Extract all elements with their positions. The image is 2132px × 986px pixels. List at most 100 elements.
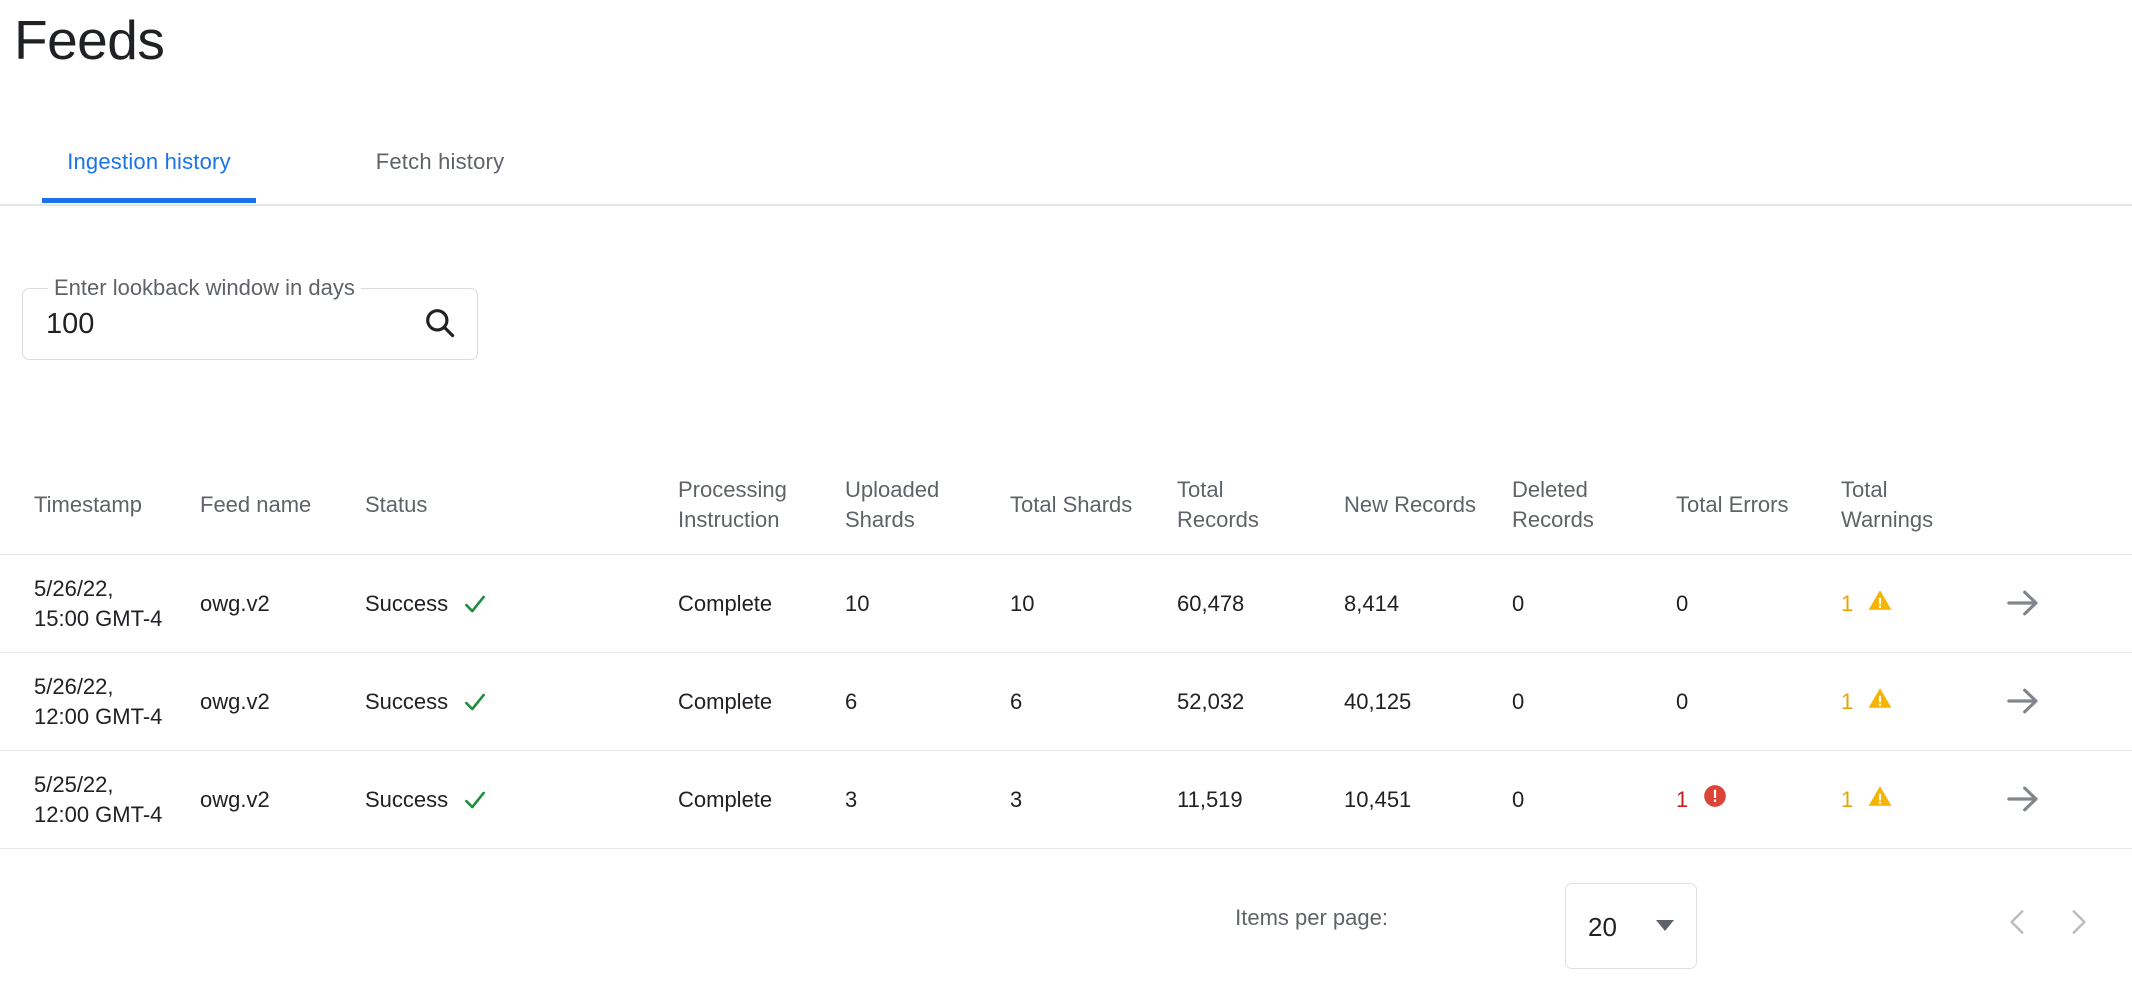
cell-new-records: 40,125: [1344, 689, 1412, 714]
column-header-timestamp: Timestamp: [34, 492, 142, 517]
lookback-window-field[interactable]: Enter lookback window in days: [22, 275, 478, 360]
cell-total-errors: 0: [1676, 555, 1806, 653]
table-row[interactable]: 5/25/22, 12:00 GMT-4 owg.v2 Success Comp…: [0, 751, 2132, 849]
cell-processing-instruction: Complete: [678, 787, 773, 812]
next-page-button[interactable]: [2058, 903, 2098, 943]
timestamp-time: 15:00 GMT-4: [34, 606, 163, 631]
cell-feed-name: owg.v2: [200, 591, 270, 616]
column-header-deleted-records: Deleted Records: [1512, 477, 1594, 532]
check-icon: [462, 591, 488, 617]
active-tab-indicator: [42, 198, 256, 203]
timestamp-time: 12:00 GMT-4: [34, 802, 163, 827]
timestamp-date: 5/26/22,: [34, 674, 114, 699]
cell-total-records: 60,478: [1177, 591, 1245, 616]
chevron-down-icon: [1656, 920, 1674, 931]
items-per-page-label: Items per page:: [1235, 905, 1388, 930]
chevron-left-icon: [2001, 905, 2035, 942]
tab-bar: Ingestion history Fetch history: [0, 120, 2132, 206]
cell-new-records: 10,451: [1344, 787, 1412, 812]
cell-total-records: 52,032: [1177, 689, 1245, 714]
ingestion-history-table: Timestamp Feed name Status Processing In…: [0, 455, 2132, 849]
tab-fetch-history-label: Fetch history: [375, 149, 505, 174]
tab-ingestion-history[interactable]: Ingestion history: [42, 120, 256, 204]
timestamp-date: 5/26/22,: [34, 576, 114, 601]
status-label: Success: [365, 689, 449, 714]
cell-row-action[interactable]: [2000, 751, 2060, 849]
page-title: Feeds: [14, 9, 165, 71]
cell-deleted-records: 0: [1512, 787, 1525, 812]
warning-icon: [1867, 783, 1893, 817]
total-errors-value: 0: [1676, 689, 1689, 714]
cell-total-shards: 3: [1010, 787, 1023, 812]
table-row[interactable]: 5/26/22, 12:00 GMT-4 owg.v2 Success Comp…: [0, 653, 2132, 751]
cell-timestamp: 5/26/22, 15:00 GMT-4: [34, 555, 164, 653]
cell-total-warnings: 1: [1841, 653, 1951, 751]
cell-total-errors: 0: [1676, 653, 1806, 751]
cell-feed-name: owg.v2: [200, 689, 270, 714]
cell-processing-instruction: Complete: [678, 689, 773, 714]
arrow-right-icon: [2003, 681, 2043, 724]
timestamp-time: 12:00 GMT-4: [34, 704, 163, 729]
total-errors-value: 0: [1676, 591, 1689, 616]
lookback-days-input[interactable]: [46, 300, 376, 348]
tab-ingestion-history-label: Ingestion history: [67, 149, 231, 174]
lookback-field-label: Enter lookback window in days: [48, 275, 361, 301]
timestamp-date: 5/25/22,: [34, 772, 114, 797]
chevron-right-icon: [2061, 905, 2095, 942]
row-detail-button[interactable]: [2000, 777, 2046, 823]
column-header-processing-instruction: Processing Instruction: [678, 477, 787, 532]
cell-uploaded-shards: 10: [845, 591, 870, 616]
tab-fetch-history[interactable]: Fetch history: [340, 120, 540, 204]
check-icon: [462, 787, 488, 813]
table-header-row: Timestamp Feed name Status Processing In…: [0, 455, 2132, 555]
table-row[interactable]: 5/26/22, 15:00 GMT-4 owg.v2 Success Comp…: [0, 555, 2132, 653]
cell-total-shards: 10: [1010, 591, 1035, 616]
cell-row-action[interactable]: [2000, 555, 2060, 653]
total-warnings-value: 1: [1841, 689, 1854, 714]
column-header-total-shards: Total Shards: [1010, 492, 1133, 517]
cell-total-shards: 6: [1010, 689, 1023, 714]
total-warnings-value: 1: [1841, 787, 1854, 812]
column-header-feed-name: Feed name: [200, 492, 312, 517]
cell-feed-name: owg.v2: [200, 787, 270, 812]
cell-uploaded-shards: 6: [845, 689, 858, 714]
items-per-page-select[interactable]: 20: [1565, 883, 1697, 969]
column-header-total-errors: Total Errors: [1676, 492, 1789, 517]
cell-processing-instruction: Complete: [678, 591, 773, 616]
total-errors-value: 1: [1676, 787, 1689, 812]
cell-status: Success: [365, 653, 535, 751]
cell-uploaded-shards: 3: [845, 787, 858, 812]
arrow-right-icon: [2003, 779, 2043, 822]
status-label: Success: [365, 591, 449, 616]
paginator: Items per page: 20: [0, 855, 2132, 986]
cell-status: Success: [365, 751, 535, 849]
items-per-page-value: 20: [1588, 912, 1617, 942]
warning-icon: [1867, 587, 1893, 621]
cell-total-warnings: 1: [1841, 751, 1951, 849]
cell-total-errors: 1: [1676, 751, 1806, 849]
column-header-new-records: New Records: [1344, 492, 1477, 517]
warning-icon: [1867, 685, 1893, 719]
cell-total-records: 11,519: [1177, 787, 1243, 812]
cell-deleted-records: 0: [1512, 689, 1525, 714]
row-detail-button[interactable]: [2000, 679, 2046, 725]
error-icon: [1702, 783, 1728, 817]
cell-timestamp: 5/25/22, 12:00 GMT-4: [34, 751, 164, 849]
column-header-status: Status: [365, 492, 428, 517]
status-label: Success: [365, 787, 449, 812]
column-header-total-records: Total Records: [1177, 477, 1259, 532]
cell-new-records: 8,414: [1344, 591, 1400, 616]
cell-row-action[interactable]: [2000, 653, 2060, 751]
search-button[interactable]: [418, 302, 462, 346]
arrow-right-icon: [2003, 583, 2043, 626]
column-header-total-warnings: Total Warnings: [1841, 477, 1934, 532]
row-detail-button[interactable]: [2000, 581, 2046, 627]
cell-timestamp: 5/26/22, 12:00 GMT-4: [34, 653, 164, 751]
previous-page-button[interactable]: [1998, 903, 2038, 943]
search-icon: [422, 305, 458, 344]
total-warnings-value: 1: [1841, 591, 1854, 616]
cell-deleted-records: 0: [1512, 591, 1525, 616]
cell-status: Success: [365, 555, 535, 653]
cell-total-warnings: 1: [1841, 555, 1951, 653]
check-icon: [462, 689, 488, 715]
